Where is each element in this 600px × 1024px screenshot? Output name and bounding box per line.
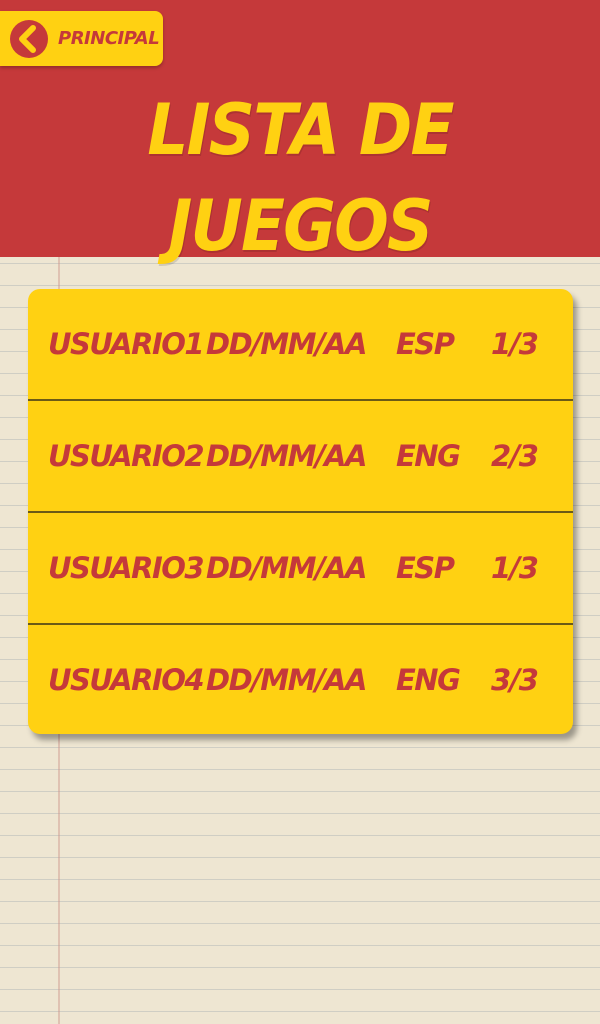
game-user: USUARIO4 (48, 663, 205, 697)
game-progress: 3/3 (491, 663, 539, 697)
back-to-main-button[interactable]: PRINCIPAL (0, 11, 163, 66)
game-progress: 1/3 (491, 327, 539, 361)
game-row[interactable]: USUARIO3 DD/MM/AA ESP 1/3 (28, 513, 573, 623)
game-language: ESP (396, 327, 455, 361)
game-date: DD/MM/AA (206, 439, 367, 473)
game-language: ESP (396, 551, 455, 585)
game-progress: 2/3 (491, 439, 539, 473)
game-user: USUARIO2 (48, 439, 205, 473)
game-date: DD/MM/AA (206, 327, 367, 361)
game-date: DD/MM/AA (206, 551, 367, 585)
game-progress: 1/3 (491, 551, 539, 585)
game-date: DD/MM/AA (206, 663, 367, 697)
game-language: ENG (396, 439, 461, 473)
game-language: ENG (396, 663, 461, 697)
game-user: USUARIO3 (48, 551, 205, 585)
game-row[interactable]: USUARIO1 DD/MM/AA ESP 1/3 (28, 289, 573, 399)
page-title: LISTA DE JUEGOS (147, 89, 454, 267)
game-user: USUARIO1 (48, 327, 205, 361)
game-row[interactable]: USUARIO2 DD/MM/AA ENG 2/3 (28, 401, 573, 511)
games-list: USUARIO1 DD/MM/AA ESP 1/3 USUARIO2 DD/MM… (28, 289, 573, 734)
game-row[interactable]: USUARIO4 DD/MM/AA ENG 3/3 (28, 625, 573, 734)
header-bar: PRINCIPAL LISTA DE JUEGOS (0, 0, 600, 267)
chevron-left-icon (10, 20, 48, 58)
back-button-label: PRINCIPAL (58, 28, 160, 49)
